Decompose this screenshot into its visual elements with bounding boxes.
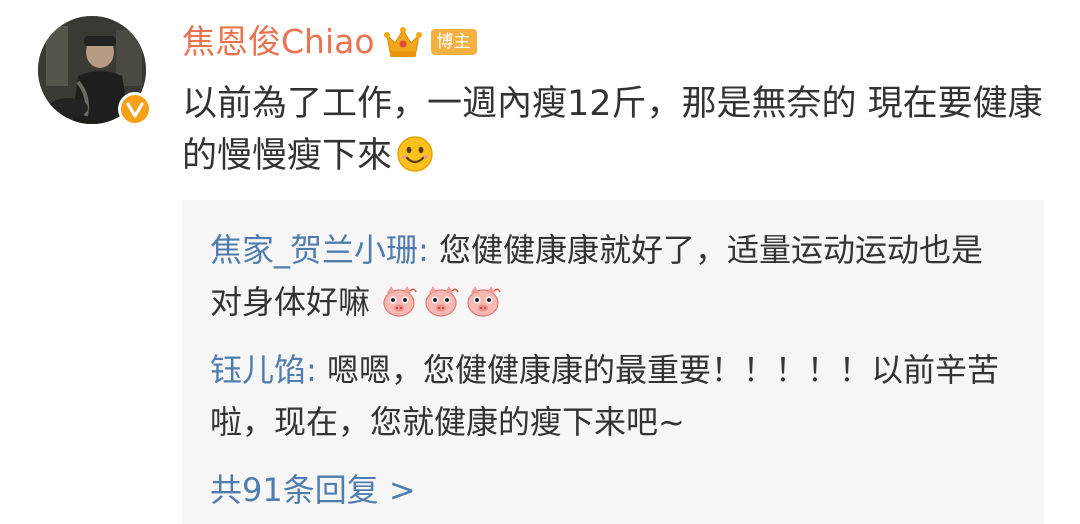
comments-panel: 焦家_贺兰小珊: 您健健康康就好了，适量运动运动也是对身体好嘛 钰儿馅: 嗯嗯，… [182,200,1044,524]
pig-emoji-icon [425,286,459,317]
view-replies-link[interactable]: 共91条回复 > [210,464,416,516]
comment-item: 钰儿馅: 嗯嗯，您健健康康的最重要！！！！！以前辛苦啦，现在，您就健康的瘦下来吧… [210,344,1010,448]
blogger-badge: 博主 [430,29,477,55]
post-header: 焦恩俊Chiao 博主 [182,22,477,62]
crown-icon [383,27,422,57]
comment-text: 嗯嗯，您健健康康的最重要！！！！！以前辛苦啦，现在，您就健康的瘦下来吧~ [210,351,999,441]
comment-separator: : [306,351,317,389]
avatar-container[interactable] [38,16,152,128]
comment-separator: : [418,231,429,269]
post-text: 以前為了工作，一週內瘦12斤，那是無奈的 現在要健康的慢慢瘦下來 [182,84,1043,176]
pig-emoji-icon [383,286,417,317]
comment-author[interactable]: 钰儿馅 [210,351,306,389]
pig-emoji-icon [467,286,501,317]
smile-emoji-icon [397,136,433,172]
comment-author[interactable]: 焦家_贺兰小珊 [210,231,418,269]
verified-icon [118,92,152,126]
comment-item: 焦家_贺兰小珊: 您健健康康就好了，适量运动运动也是对身体好嘛 [210,224,1010,328]
post-content: 以前為了工作，一週內瘦12斤，那是無奈的 現在要健康的慢慢瘦下來 [182,78,1052,182]
username-link[interactable]: 焦恩俊Chiao [182,22,375,62]
